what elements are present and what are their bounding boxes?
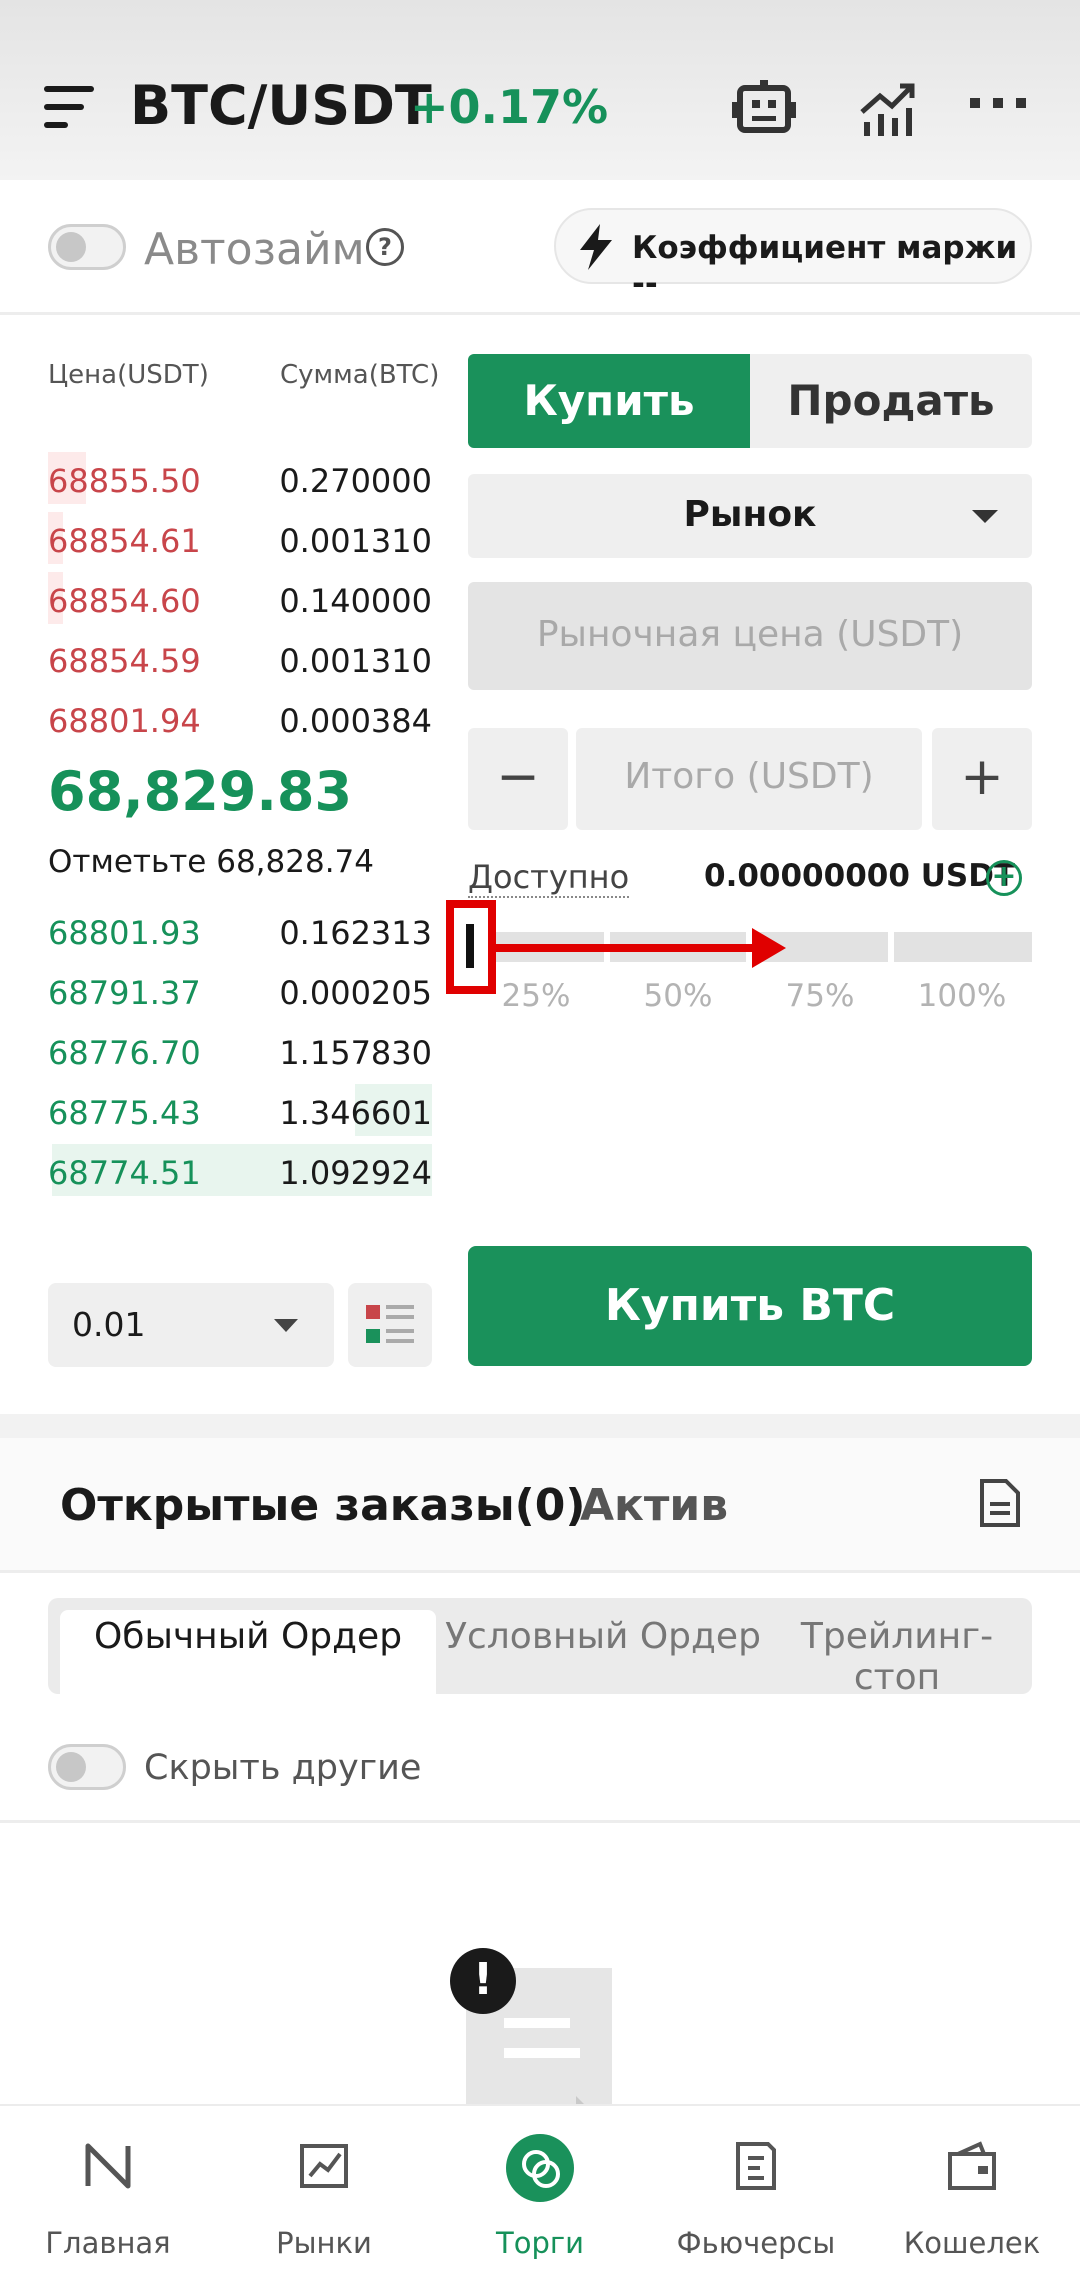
bid-row[interactable]: 68775.43 1.346601 xyxy=(48,1084,432,1136)
amount-column-header: Сумма(BTC) xyxy=(280,360,440,390)
robot-icon[interactable] xyxy=(732,78,796,140)
alert-icon: ! xyxy=(450,1948,516,2014)
chart-icon[interactable] xyxy=(858,78,918,138)
chevron-down-icon xyxy=(274,1319,298,1332)
buy-btc-button[interactable]: Купить BTC xyxy=(468,1246,1032,1366)
section-separator xyxy=(0,1414,1080,1438)
order-type-value: Рынок xyxy=(683,494,817,535)
market-price-field: Рыночная цена (USDT) xyxy=(468,582,1032,690)
ask-amount: 0.000384 xyxy=(279,702,432,740)
ask-price: 68855.50 xyxy=(48,462,201,500)
available-label[interactable]: Доступно xyxy=(468,858,630,898)
bid-row[interactable]: 68776.70 1.157830 xyxy=(48,1024,432,1076)
menu-icon[interactable] xyxy=(44,86,94,130)
ask-amount: 0.270000 xyxy=(279,462,432,500)
buy-tab[interactable]: Купить xyxy=(468,354,750,448)
divider xyxy=(0,1820,1080,1823)
divider xyxy=(0,1570,1080,1573)
ask-row[interactable]: 68854.60 0.140000 xyxy=(48,572,432,624)
nav-wallet[interactable]: Кошелек xyxy=(864,2106,1080,2274)
bottom-navigation: Главная Рынки Торги Фьючерсы Кошелек xyxy=(0,2104,1080,2274)
nav-futures[interactable]: Фьючерсы xyxy=(648,2106,864,2274)
sell-tab[interactable]: Продать xyxy=(750,354,1032,448)
price-change: +0.17% xyxy=(410,80,609,134)
order-type-subtabs: Обычный Ордер Условный Ордер Трейлинг-ст… xyxy=(48,1598,1032,1694)
mark-price: Отметьте 68,828.74 xyxy=(48,844,374,880)
slider-segment-100[interactable] xyxy=(894,932,1032,962)
hide-others-label: Скрыть другие xyxy=(144,1748,422,1788)
ask-amount: 0.001310 xyxy=(279,522,432,560)
ask-price: 68801.94 xyxy=(48,702,201,740)
last-price[interactable]: 68,829.83 xyxy=(48,760,352,823)
autoloan-label: Автозайм xyxy=(144,224,365,275)
ask-amount: 0.001310 xyxy=(279,642,432,680)
market-price-placeholder: Рыночная цена (USDT) xyxy=(536,614,964,655)
bid-amount: 1.157830 xyxy=(279,1034,432,1072)
subtab-conditional-order[interactable]: Условный Ордер xyxy=(444,1598,762,1694)
home-logo-icon xyxy=(85,2143,131,2189)
percent-label-100[interactable]: 100% xyxy=(892,978,1032,1014)
decrease-total-button[interactable]: − xyxy=(468,728,568,830)
order-history-icon[interactable] xyxy=(978,1478,1022,1528)
orderbook-layout-button[interactable] xyxy=(348,1283,432,1367)
ask-price: 68854.61 xyxy=(48,522,201,560)
wallet-icon xyxy=(948,2141,996,2190)
top-bar: BTC/USDT +0.17% xyxy=(0,0,1080,180)
ask-row[interactable]: 68854.61 0.001310 xyxy=(48,512,432,564)
lightning-icon xyxy=(580,224,612,270)
bid-price: 68774.51 xyxy=(48,1154,201,1192)
ask-row[interactable]: 68855.50 0.270000 xyxy=(48,452,432,504)
subtab-trailing-stop[interactable]: Трейлинг-стоп xyxy=(762,1598,1032,1694)
bid-price: 68791.37 xyxy=(48,974,201,1012)
futures-icon xyxy=(736,2142,776,2190)
bid-row[interactable]: 68774.51 1.092924 xyxy=(48,1144,432,1196)
chevron-down-icon xyxy=(972,510,998,523)
drag-arrow-annotation xyxy=(496,944,758,952)
price-column-header: Цена(USDT) xyxy=(48,360,209,390)
nav-trade[interactable]: Торги xyxy=(432,2106,648,2274)
nav-home[interactable]: Главная xyxy=(0,2106,216,2274)
price-step-select[interactable]: 0.01 xyxy=(48,1283,334,1367)
bid-amount: 1.346601 xyxy=(279,1094,432,1132)
total-input[interactable]: Итого (USDT) xyxy=(576,728,922,830)
bid-price: 68775.43 xyxy=(48,1094,201,1132)
ask-price: 68854.60 xyxy=(48,582,201,620)
arrow-head-icon xyxy=(752,928,786,968)
markets-icon xyxy=(300,2144,348,2188)
nav-markets[interactable]: Рынки xyxy=(216,2106,432,2274)
bid-amount: 1.092924 xyxy=(279,1154,432,1192)
order-type-select[interactable]: Рынок xyxy=(468,474,1032,558)
increase-total-button[interactable]: + xyxy=(932,728,1032,830)
open-orders-tab[interactable]: Открытые заказы(0) xyxy=(60,1480,586,1531)
hide-others-toggle[interactable] xyxy=(48,1744,126,1790)
more-icon[interactable] xyxy=(968,96,1028,110)
trade-icon xyxy=(506,2134,574,2202)
pair-title[interactable]: BTC/USDT xyxy=(130,74,432,137)
subtab-regular-order[interactable]: Обычный Ордер xyxy=(60,1610,436,1694)
divider xyxy=(0,312,1080,315)
bid-row[interactable]: 68801.93 0.162313 xyxy=(48,904,432,956)
bid-amount: 0.000205 xyxy=(279,974,432,1012)
assets-tab[interactable]: Актив xyxy=(580,1480,728,1531)
available-balance: 0.00000000 USDT xyxy=(704,858,1016,894)
bid-amount: 0.162313 xyxy=(279,914,432,952)
price-step-value: 0.01 xyxy=(72,1305,146,1344)
autoloan-toggle[interactable] xyxy=(48,224,126,270)
orderbook-layout-icon xyxy=(366,1305,414,1343)
bid-price: 68801.93 xyxy=(48,914,201,952)
ask-row[interactable]: 68801.94 0.000384 xyxy=(48,692,432,744)
deposit-plus-icon[interactable]: + xyxy=(986,860,1022,896)
ask-amount: 0.140000 xyxy=(279,582,432,620)
amount-slider-handle[interactable] xyxy=(446,900,496,994)
bid-price: 68776.70 xyxy=(48,1034,201,1072)
ask-row[interactable]: 68854.59 0.001310 xyxy=(48,632,432,684)
bid-row[interactable]: 68791.37 0.000205 xyxy=(48,964,432,1016)
ask-price: 68854.59 xyxy=(48,642,201,680)
percent-label-50[interactable]: 50% xyxy=(608,978,748,1014)
margin-ratio-button[interactable]: Коэффициент маржи -- xyxy=(554,208,1032,302)
margin-ratio-label: Коэффициент маржи -- xyxy=(632,230,1018,302)
total-placeholder: Итого (USDT) xyxy=(624,756,874,797)
help-icon[interactable]: ? xyxy=(366,228,404,266)
percent-label-75[interactable]: 75% xyxy=(750,978,890,1014)
